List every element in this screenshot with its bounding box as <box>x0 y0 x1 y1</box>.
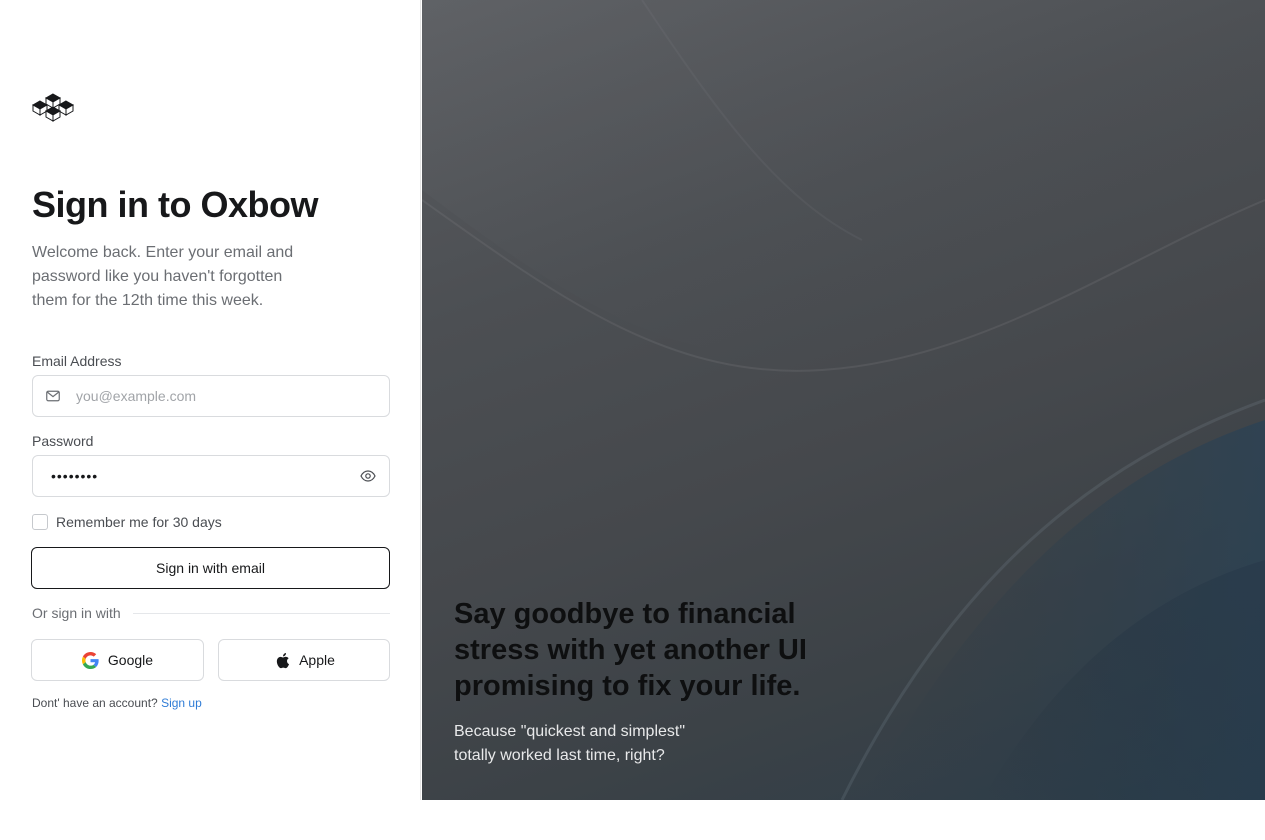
sign-up-link[interactable]: Sign up <box>161 696 202 710</box>
mail-icon <box>45 388 61 404</box>
email-field-wrapper[interactable] <box>32 375 390 417</box>
password-input[interactable] <box>49 456 359 496</box>
hero-panel: Say goodbye to financial stress with yet… <box>422 0 1265 800</box>
remember-me-label[interactable]: Remember me for 30 days <box>56 514 222 530</box>
google-sign-in-button[interactable]: Google <box>31 639 204 681</box>
hero-subheading: Because "quickest and simplest" totally … <box>454 723 686 764</box>
divider-line <box>132 612 390 614</box>
google-button-label: Google <box>107 652 154 668</box>
page-title: Sign in to Oxbow <box>32 184 318 225</box>
divider-text: Or sign in with <box>32 605 121 621</box>
page-subtitle: Welcome back. Enter your email and passw… <box>32 244 294 309</box>
cubes-logo-icon <box>31 93 75 123</box>
apple-button-label: Apple <box>299 652 335 668</box>
remember-me-row: Remember me for 30 days <box>32 514 222 530</box>
email-label: Email Address <box>32 353 122 369</box>
email-input[interactable] <box>74 376 389 416</box>
signup-prompt-text: Dont' have an account? <box>32 696 158 710</box>
social-divider: Or sign in with <box>32 605 390 621</box>
password-field-wrapper[interactable] <box>32 455 390 497</box>
hero-heading: Say goodbye to financial stress with yet… <box>454 598 807 702</box>
sign-in-panel: Sign in to Oxbow Welcome back. Enter you… <box>0 0 421 800</box>
sign-in-with-email-button[interactable]: Sign in with email <box>31 547 390 589</box>
password-label: Password <box>32 433 94 449</box>
apple-sign-in-button[interactable]: Apple <box>218 639 390 681</box>
signup-prompt: Dont' have an account? Sign up <box>32 696 202 710</box>
sign-in-page: Sign in to Oxbow Welcome back. Enter you… <box>0 0 1265 840</box>
apple-icon <box>273 651 291 669</box>
remember-me-checkbox[interactable] <box>32 514 48 530</box>
eye-icon[interactable] <box>359 467 377 485</box>
google-icon <box>82 651 100 669</box>
